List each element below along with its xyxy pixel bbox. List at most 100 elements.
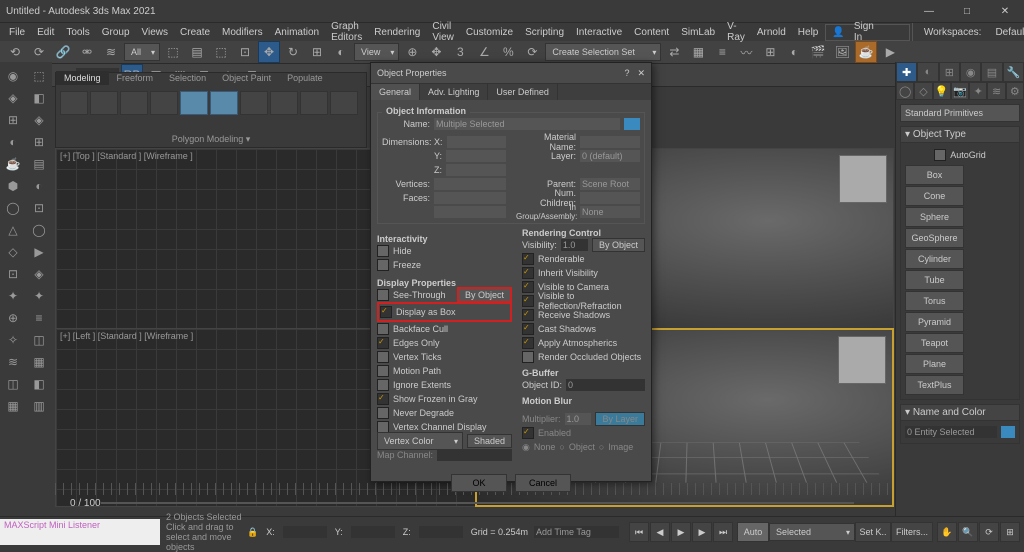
menu-item[interactable]: Rendering: [369, 27, 425, 38]
menu-item[interactable]: Views: [137, 27, 174, 38]
autogrid-checkbox[interactable]: [934, 149, 946, 161]
curve-editor-icon[interactable]: 〰: [735, 41, 757, 63]
by-object-button[interactable]: By Object: [457, 287, 512, 303]
name-input[interactable]: 0 Entity Selected: [905, 426, 997, 438]
rail-icon[interactable]: ◯: [29, 220, 49, 240]
create-tab-icon[interactable]: ✚: [896, 62, 917, 82]
menu-item[interactable]: Graph Editors: [326, 21, 367, 43]
edgesonly-checkbox[interactable]: [377, 337, 389, 349]
ribbon-btn[interactable]: [180, 91, 208, 115]
shaded-button[interactable]: Shaded: [467, 434, 512, 448]
menu-item[interactable]: SimLab: [676, 27, 720, 38]
mirror-icon[interactable]: ⇄: [663, 41, 685, 63]
menu-item[interactable]: Content: [629, 27, 674, 38]
workspaces-selector[interactable]: Workspaces: Default ▾: [912, 23, 1024, 41]
cancel-button[interactable]: Cancel: [515, 474, 571, 492]
geometry-icon[interactable]: ◯: [896, 82, 914, 100]
viewcube-icon[interactable]: [838, 336, 886, 384]
close-icon[interactable]: ✕: [637, 68, 645, 79]
select-rotate-icon[interactable]: ↻: [282, 41, 304, 63]
traj-checkbox[interactable]: [377, 365, 389, 377]
rail-icon[interactable]: △: [3, 220, 23, 240]
menu-item[interactable]: Modifiers: [217, 27, 268, 38]
rail-icon[interactable]: ⊡: [3, 264, 23, 284]
backface-checkbox[interactable]: [377, 323, 389, 335]
modify-tab-icon[interactable]: ◐: [917, 62, 938, 82]
menu-item[interactable]: Scripting: [520, 27, 569, 38]
spinner-snap-icon[interactable]: ⟳: [521, 41, 543, 63]
applyatm-checkbox[interactable]: [522, 337, 534, 349]
sign-in-button[interactable]: 👤 Sign In: [825, 24, 909, 41]
neverdeg-checkbox[interactable]: [377, 407, 389, 419]
viewport-label[interactable]: [+] [Left ] [Standard ] [Wireframe ]: [60, 331, 193, 341]
rollout-header[interactable]: ▾ Name and Color: [901, 405, 1019, 421]
ribbon-btn[interactable]: [120, 91, 148, 115]
display-tab-icon[interactable]: ▤: [981, 62, 1002, 82]
pivot-icon[interactable]: ⊕: [401, 41, 423, 63]
orbit-icon[interactable]: ⟳: [979, 522, 999, 542]
menu-item[interactable]: Tools: [61, 27, 94, 38]
by-layer-button[interactable]: By Layer: [595, 412, 645, 426]
tab-modeling[interactable]: Modeling: [56, 71, 109, 85]
ribbon-btn[interactable]: [240, 91, 268, 115]
renderable-checkbox[interactable]: [522, 253, 534, 265]
percent-snap-icon[interactable]: %: [497, 41, 519, 63]
maximize-viewport-icon[interactable]: ⊞: [1000, 522, 1020, 542]
menu-item[interactable]: Help: [793, 27, 824, 38]
rail-icon[interactable]: ◐: [3, 132, 23, 152]
menu-item[interactable]: Animation: [270, 27, 324, 38]
cameras-icon[interactable]: 📷: [951, 82, 969, 100]
prim-pyramid[interactable]: Pyramid: [905, 312, 964, 332]
mapchan-value[interactable]: [437, 449, 512, 461]
rail-icon[interactable]: ✧: [3, 330, 23, 350]
select-move-icon[interactable]: ✥: [258, 41, 280, 63]
undo-icon[interactable]: ⟲: [4, 41, 26, 63]
tab-user-defined[interactable]: User Defined: [488, 84, 558, 100]
select-name-icon[interactable]: ▤: [186, 41, 208, 63]
prev-frame-icon[interactable]: ◀: [650, 522, 670, 542]
rail-icon[interactable]: ◫: [29, 330, 49, 350]
menu-item[interactable]: Civil View: [427, 21, 459, 43]
play-icon[interactable]: ▶: [671, 522, 691, 542]
menu-item[interactable]: Group: [97, 27, 135, 38]
vertex-color-select[interactable]: Vertex Color: [377, 432, 463, 450]
tab-selection[interactable]: Selection: [161, 71, 214, 85]
viewcube-icon[interactable]: [839, 155, 887, 203]
schematic-icon[interactable]: ≋: [100, 41, 122, 63]
shapes-icon[interactable]: ◇: [914, 82, 932, 100]
minimize-button[interactable]: —: [910, 0, 948, 22]
select-scale-icon[interactable]: ⊞: [306, 41, 328, 63]
tab-general[interactable]: General: [371, 84, 420, 100]
maxscript-listener[interactable]: MAXScript Mini Listener: [0, 519, 160, 545]
select-icon[interactable]: ⬚: [162, 41, 184, 63]
menu-item[interactable]: Interactive: [571, 27, 627, 38]
dialog-title-bar[interactable]: Object Properties ?✕: [371, 63, 651, 84]
selection-filter[interactable]: All: [124, 43, 160, 61]
tab-populate[interactable]: Populate: [279, 71, 331, 85]
rail-icon[interactable]: ◇: [3, 242, 23, 262]
reference-coord[interactable]: View: [354, 43, 399, 61]
prim-box[interactable]: Box: [905, 165, 964, 185]
ribbon-btn[interactable]: [300, 91, 328, 115]
time-tag[interactable]: Add Time Tag: [534, 526, 619, 538]
motion-tab-icon[interactable]: ◉: [960, 62, 981, 82]
rail-icon[interactable]: ⊞: [29, 132, 49, 152]
zoom-icon[interactable]: 🔍: [958, 522, 978, 542]
ribbon-btn[interactable]: [210, 91, 238, 115]
render-setup-icon[interactable]: 🎬: [807, 41, 829, 63]
named-selection-set[interactable]: Create Selection Set: [545, 43, 661, 61]
menu-item[interactable]: Customize: [461, 27, 518, 38]
schematic2-icon[interactable]: ⊞: [759, 41, 781, 63]
prim-plane[interactable]: Plane: [905, 354, 964, 374]
space-warps-icon[interactable]: ≋: [987, 82, 1005, 100]
prim-tube[interactable]: Tube: [905, 270, 964, 290]
rail-icon[interactable]: ▦: [29, 352, 49, 372]
lights-icon[interactable]: 💡: [933, 82, 951, 100]
prim-geosphere[interactable]: GeoSphere: [905, 228, 964, 248]
slider-track[interactable]: [101, 502, 854, 504]
y-input[interactable]: [351, 526, 395, 538]
prim-cylinder[interactable]: Cylinder: [905, 249, 964, 269]
rail-icon[interactable]: ▥: [29, 396, 49, 416]
render-icon[interactable]: ▶: [879, 41, 901, 63]
ribbon-section-label[interactable]: Polygon Modeling ▾: [56, 134, 366, 145]
